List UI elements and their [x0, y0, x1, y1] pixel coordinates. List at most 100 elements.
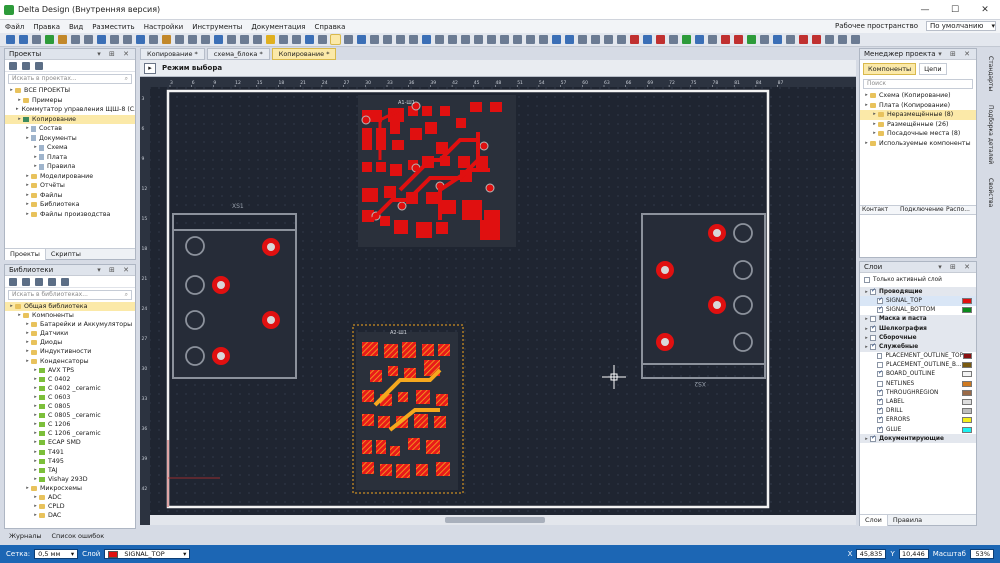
library-tree-item[interactable]: ▸ DAC [5, 511, 135, 520]
library-tree-item[interactable]: ▸ C 0402 _ceramic [5, 384, 135, 393]
layer-visibility-checkbox[interactable] [877, 415, 883, 424]
toolbar-tool-icon[interactable] [448, 35, 457, 44]
layer-group-row[interactable]: ▸ Шелкография [860, 324, 976, 334]
layer-color-swatch[interactable] [962, 389, 972, 396]
toolbar-tool-icon[interactable] [227, 35, 236, 44]
library-tree-item[interactable]: ▸ C 0402 [5, 375, 135, 384]
tab-components[interactable]: Компоненты [863, 63, 917, 75]
layer-color-swatch[interactable] [962, 408, 972, 415]
library-tree-item[interactable]: ▸ Компоненты [5, 311, 135, 320]
pm-tree-item[interactable]: ▸ Используемые компоненты [860, 139, 976, 149]
toolbar-tool-icon[interactable] [357, 35, 366, 44]
toolbar-tool-icon[interactable] [45, 35, 54, 44]
toolbar-tool-icon[interactable] [409, 35, 418, 44]
toolbar-tool-icon[interactable] [513, 35, 522, 44]
menu-settings[interactable]: Настройки [144, 23, 184, 31]
scale-value-box[interactable]: 53% [970, 549, 994, 559]
expand-arrow-icon[interactable]: ▸ [24, 484, 31, 493]
toolbar-tool-icon[interactable] [279, 35, 288, 44]
layer-group-row[interactable]: ▸ Маска и паста [860, 314, 976, 324]
project-tree-item[interactable]: ▸ Коммутатор управления ЩШ-8 (С... [5, 105, 135, 115]
tab-journals[interactable]: Журналы [4, 532, 47, 540]
expand-arrow-icon[interactable]: ▸ [32, 466, 39, 475]
toolbar-tool-icon[interactable] [396, 35, 405, 44]
tab-rules[interactable]: Правила [888, 516, 927, 524]
project-tree-item[interactable]: ▸ Схема [5, 143, 135, 153]
toolbar-tool-icon[interactable] [422, 35, 431, 44]
toolbar-tool-icon[interactable] [760, 35, 769, 44]
toolbar-tool-icon[interactable] [656, 35, 665, 44]
library-tree-item[interactable]: ▸ Индуктивности [5, 347, 135, 356]
expand-arrow-icon[interactable]: ▸ [32, 448, 39, 457]
expand-arrow-icon[interactable]: ▸ [24, 134, 31, 144]
col-location[interactable]: Распо... [946, 206, 970, 214]
library-tree-item[interactable]: ▸ TAJ [5, 466, 135, 475]
expand-arrow-icon[interactable]: ▸ [16, 115, 23, 125]
library-tree-item[interactable]: ▸ T491 [5, 448, 135, 457]
toolbar-tool-icon[interactable] [552, 35, 561, 44]
panel-controls[interactable]: ▾ ⊞ ✕ [97, 266, 132, 274]
projects-search-input[interactable]: Искать в проектах... ⌕ [8, 74, 132, 84]
col-contact[interactable]: Контакт [860, 206, 900, 214]
expand-arrow-icon[interactable]: ▸ [24, 200, 31, 210]
toolbar-tool-icon[interactable] [84, 35, 93, 44]
layer-visibility-checkbox[interactable] [877, 425, 883, 433]
expand-arrow-icon[interactable]: ▸ [32, 375, 39, 384]
expand-arrow-icon[interactable]: ▸ [863, 326, 870, 332]
expand-arrow-icon[interactable]: ▸ [863, 316, 870, 322]
toolbar-tool-icon[interactable] [435, 35, 444, 44]
doc-tab-copy-1[interactable]: Копирование * [140, 48, 205, 60]
move-icon[interactable] [61, 277, 69, 286]
library-tree-item[interactable]: ▸ Vishay 293D [5, 475, 135, 484]
expand-arrow-icon[interactable]: ▸ [16, 311, 23, 320]
toolbar-tool-icon[interactable] [6, 35, 15, 44]
toolbar-tool-icon[interactable] [578, 35, 587, 44]
toolbar-tool-icon[interactable] [565, 35, 574, 44]
toolbar-tool-icon[interactable] [344, 35, 353, 44]
toolbar-tool-icon[interactable] [591, 35, 600, 44]
layer-visibility-checkbox[interactable] [870, 342, 876, 350]
project-tree-item[interactable]: ▸ Примеры [5, 96, 135, 106]
project-tree-item[interactable]: ▸ Библиотека [5, 200, 135, 210]
pointer-icon[interactable]: ▸ [144, 62, 156, 74]
add-icon[interactable] [35, 277, 43, 286]
layer-visibility-checkbox[interactable] [877, 397, 883, 406]
panel-controls[interactable]: ▾ ⊞ ✕ [938, 263, 973, 271]
expand-arrow-icon[interactable]: ▸ [24, 172, 31, 182]
doc-tab-copy-active[interactable]: Копирование * [271, 48, 337, 60]
layer-color-swatch[interactable] [962, 417, 972, 424]
side-tab-standards[interactable]: Стандарты [987, 56, 994, 91]
toolbar-tool-icon[interactable] [487, 35, 496, 44]
toolbar-tool-icon[interactable] [97, 35, 106, 44]
layer-visibility-checkbox[interactable] [877, 388, 883, 396]
toolbar-tool-icon[interactable] [58, 35, 67, 44]
toolbar-tool-icon[interactable] [266, 35, 275, 44]
project-tree-item[interactable]: ▸ Копирование [5, 114, 135, 125]
library-tree-item[interactable]: ▸ CPLD [5, 502, 135, 511]
toolbar-tool-icon[interactable] [32, 35, 41, 44]
expand-arrow-icon[interactable]: ▸ [24, 124, 31, 134]
menu-docs[interactable]: Документация [251, 23, 305, 31]
library-tree-item[interactable]: ▸ C 0603 [5, 393, 135, 402]
side-tab-properties[interactable]: Свойства [987, 178, 994, 207]
layer-row[interactable]: SIGNAL_BOTTOM [860, 305, 976, 315]
toolbar-tool-icon[interactable] [110, 35, 119, 44]
library-icon[interactable] [48, 277, 56, 286]
layer-row[interactable]: BOARD_OUTLINE [860, 369, 976, 379]
toolbar-tool-icon[interactable] [851, 35, 860, 44]
toolbar-tool-icon[interactable] [630, 35, 639, 44]
expand-arrow-icon[interactable]: ▸ [32, 393, 39, 402]
project-tree-item[interactable]: ▸ Правила [5, 162, 135, 172]
library-tree-item[interactable]: ▸ Микросхемы [5, 484, 135, 493]
pm-tree-item[interactable]: ▸ Плата (Копирование) [860, 101, 976, 111]
layer-color-swatch[interactable] [962, 362, 972, 369]
layer-visibility-checkbox[interactable] [870, 324, 876, 332]
expand-arrow-icon[interactable]: ▸ [32, 457, 39, 466]
close-button[interactable]: ✕ [970, 5, 1000, 15]
pm-tree-item[interactable]: ▸ Размещённые (26) [860, 120, 976, 130]
toolbar-tool-icon[interactable] [838, 35, 847, 44]
expand-arrow-icon[interactable]: ▸ [24, 191, 31, 201]
maximize-button[interactable]: ☐ [940, 5, 970, 15]
toolbar-tool-icon[interactable] [201, 35, 210, 44]
only-active-layer-toggle[interactable]: Только активный слой [860, 275, 976, 284]
